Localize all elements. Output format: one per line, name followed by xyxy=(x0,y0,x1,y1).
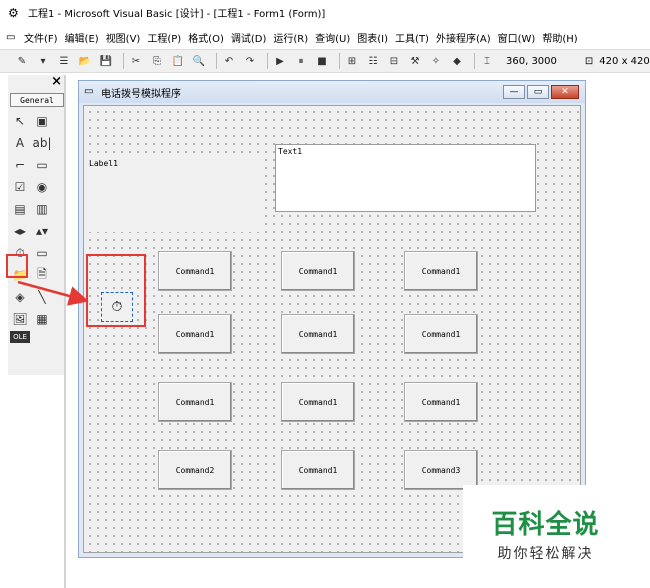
vb-app-icon: ⚙ xyxy=(8,5,19,20)
menu-edit[interactable]: 编辑(E) xyxy=(65,30,99,45)
textbox-icon[interactable]: ab| xyxy=(32,133,52,153)
toolbox-icon[interactable]: ✧ xyxy=(428,53,444,69)
command-button[interactable]: Command1 xyxy=(158,314,232,354)
title-bar: ⚙ 工程1 - Microsoft Visual Basic [设计] - [工… xyxy=(0,0,650,25)
picturebox-icon[interactable]: ▣ xyxy=(32,111,52,131)
minimize-icon[interactable]: — xyxy=(503,85,525,99)
toolbar-separator xyxy=(216,53,217,69)
redo-icon[interactable]: ↷ xyxy=(242,53,258,69)
toolbox-close-icon[interactable]: × xyxy=(51,74,62,89)
command-button[interactable]: Command1 xyxy=(281,314,355,354)
command-button[interactable]: Command1 xyxy=(158,251,232,291)
standard-toolbar: ✎ ▾ ☰ 📂 💾 ✂ ⎘ 📋 🔍 ↶ ↷ ▶ ⏸ ■ ⊞ ☷ ⊟ ⚒ ✧ ◆ … xyxy=(0,49,650,73)
frame-icon[interactable]: ⌐ xyxy=(10,155,30,175)
position-readout: 360, 3000 xyxy=(506,55,557,67)
command-button[interactable]: Command1 xyxy=(404,314,478,354)
menu-debug[interactable]: 调试(D) xyxy=(231,30,267,45)
undo-icon[interactable]: ↶ xyxy=(221,53,237,69)
checkbox-icon[interactable]: ☑ xyxy=(10,177,30,197)
command-button[interactable]: Command1 xyxy=(158,382,232,422)
end-icon[interactable]: ■ xyxy=(314,53,330,69)
form-icon: ▭ xyxy=(84,86,94,97)
save-project-icon[interactable]: 💾 xyxy=(98,53,114,69)
command3-button[interactable]: Command3 xyxy=(404,450,478,490)
shape-icon[interactable]: ◈ xyxy=(10,287,30,307)
menu-view[interactable]: 视图(V) xyxy=(106,30,141,45)
watermark-subtitle: 助你轻松解决 xyxy=(497,545,594,562)
add-form-icon[interactable]: ▾ xyxy=(35,53,51,69)
properties-window-icon[interactable]: ☷ xyxy=(365,53,381,69)
find-icon[interactable]: 🔍 xyxy=(191,53,207,69)
window-title: 工程1 - Microsoft Visual Basic [设计] - [工程1… xyxy=(28,9,326,20)
command2-button[interactable]: Command2 xyxy=(158,450,232,490)
ole-icon[interactable]: OLE xyxy=(10,331,30,343)
open-project-icon[interactable]: 📂 xyxy=(77,53,93,69)
menu-query[interactable]: 查询(U) xyxy=(315,30,350,45)
label1[interactable]: Label1 xyxy=(84,156,264,232)
listbox-icon[interactable]: ▥ xyxy=(32,199,52,219)
command-button[interactable]: Command1 xyxy=(404,251,478,291)
cut-icon[interactable]: ✂ xyxy=(128,53,144,69)
form-title-bar: ▭ 电话拨号模拟程序 — ▭ ✕ xyxy=(79,81,585,103)
menu-bar: ▭ 文件(F) 编辑(E) 视图(V) 工程(P) 格式(O) 调试(D) 运行… xyxy=(0,27,650,47)
start-icon[interactable]: ▶ xyxy=(272,53,288,69)
copy-icon[interactable]: ⎘ xyxy=(149,53,165,69)
toolbar-separator xyxy=(474,53,475,69)
form-title: 电话拨号模拟程序 xyxy=(101,88,181,100)
toolbar-separator xyxy=(123,53,124,69)
filelistbox-icon[interactable]: 🗎 xyxy=(32,265,52,285)
form-layout-icon[interactable]: ⊟ xyxy=(386,53,402,69)
toolbox-divider xyxy=(64,75,66,588)
command-button[interactable]: Command1 xyxy=(281,251,355,291)
menu-help[interactable]: 帮助(H) xyxy=(542,30,577,45)
command-button[interactable]: Command1 xyxy=(281,382,355,422)
maximize-icon[interactable]: ▭ xyxy=(527,85,549,99)
data-view-icon[interactable]: ◆ xyxy=(449,53,465,69)
object-browser-icon[interactable]: ⚒ xyxy=(407,53,423,69)
menu-diagram[interactable]: 图表(I) xyxy=(357,30,388,45)
commandbutton-icon[interactable]: ▭ xyxy=(32,155,52,175)
toolbox-tab-general[interactable]: General xyxy=(10,93,64,107)
label-icon[interactable]: A xyxy=(10,133,30,153)
paste-icon[interactable]: 📋 xyxy=(170,53,186,69)
break-icon[interactable]: ⏸ xyxy=(293,53,309,69)
position-icon: ⌶ xyxy=(484,55,490,67)
timer-control-highlight xyxy=(86,254,146,327)
menu-project[interactable]: 工程(P) xyxy=(147,30,181,45)
line-icon[interactable]: ╲ xyxy=(32,287,52,307)
form-window-controls: — ▭ ✕ xyxy=(501,85,579,99)
command-button[interactable]: Command1 xyxy=(281,450,355,490)
command-button[interactable]: Command1 xyxy=(404,382,478,422)
drivelistbox-icon[interactable]: ▭ xyxy=(32,243,52,263)
text1-textbox[interactable]: Text1 xyxy=(275,144,536,212)
data-icon[interactable]: ▦ xyxy=(32,309,52,329)
menu-run[interactable]: 运行(R) xyxy=(273,30,308,45)
toolbar-separator xyxy=(339,53,340,69)
menu-project-icon[interactable]: ▭ xyxy=(6,32,20,43)
add-project-icon[interactable]: ✎ xyxy=(14,53,30,69)
menu-editor-icon[interactable]: ☰ xyxy=(56,53,72,69)
size-icon: ⊡ xyxy=(584,55,594,67)
optionbutton-icon[interactable]: ◉ xyxy=(32,177,52,197)
size-readout: 420 x 420 xyxy=(599,55,650,67)
toolbar-separator xyxy=(267,53,268,69)
vscrollbar-icon[interactable]: ▴▾ xyxy=(32,221,52,241)
watermark: 百科全说 助你轻松解决 xyxy=(463,485,628,581)
pointer-icon[interactable]: ↖ xyxy=(10,111,30,131)
menu-format[interactable]: 格式(O) xyxy=(188,30,224,45)
menu-file[interactable]: 文件(F) xyxy=(24,30,58,45)
timer-tool-highlight xyxy=(6,254,28,278)
menu-tools[interactable]: 工具(T) xyxy=(395,30,429,45)
combobox-icon[interactable]: ▤ xyxy=(10,199,30,219)
hscrollbar-icon[interactable]: ◂▸ xyxy=(10,221,30,241)
project-explorer-icon[interactable]: ⊞ xyxy=(344,53,360,69)
image-icon[interactable]: 🖼 xyxy=(10,309,30,329)
close-icon[interactable]: ✕ xyxy=(551,85,579,99)
menu-addins[interactable]: 外接程序(A) xyxy=(436,30,491,45)
watermark-title: 百科全说 xyxy=(491,509,600,540)
menu-window[interactable]: 窗口(W) xyxy=(498,30,536,45)
toolbox: × General ↖ ▣ Aab| ⌐ ▭ ☑ ◉ ▤ ▥ ◂▸ ▴▾ ⏱ ▭ 📁 🗎 ◈ ╲ 🖼 ▦ OLE xyxy=(8,74,64,375)
